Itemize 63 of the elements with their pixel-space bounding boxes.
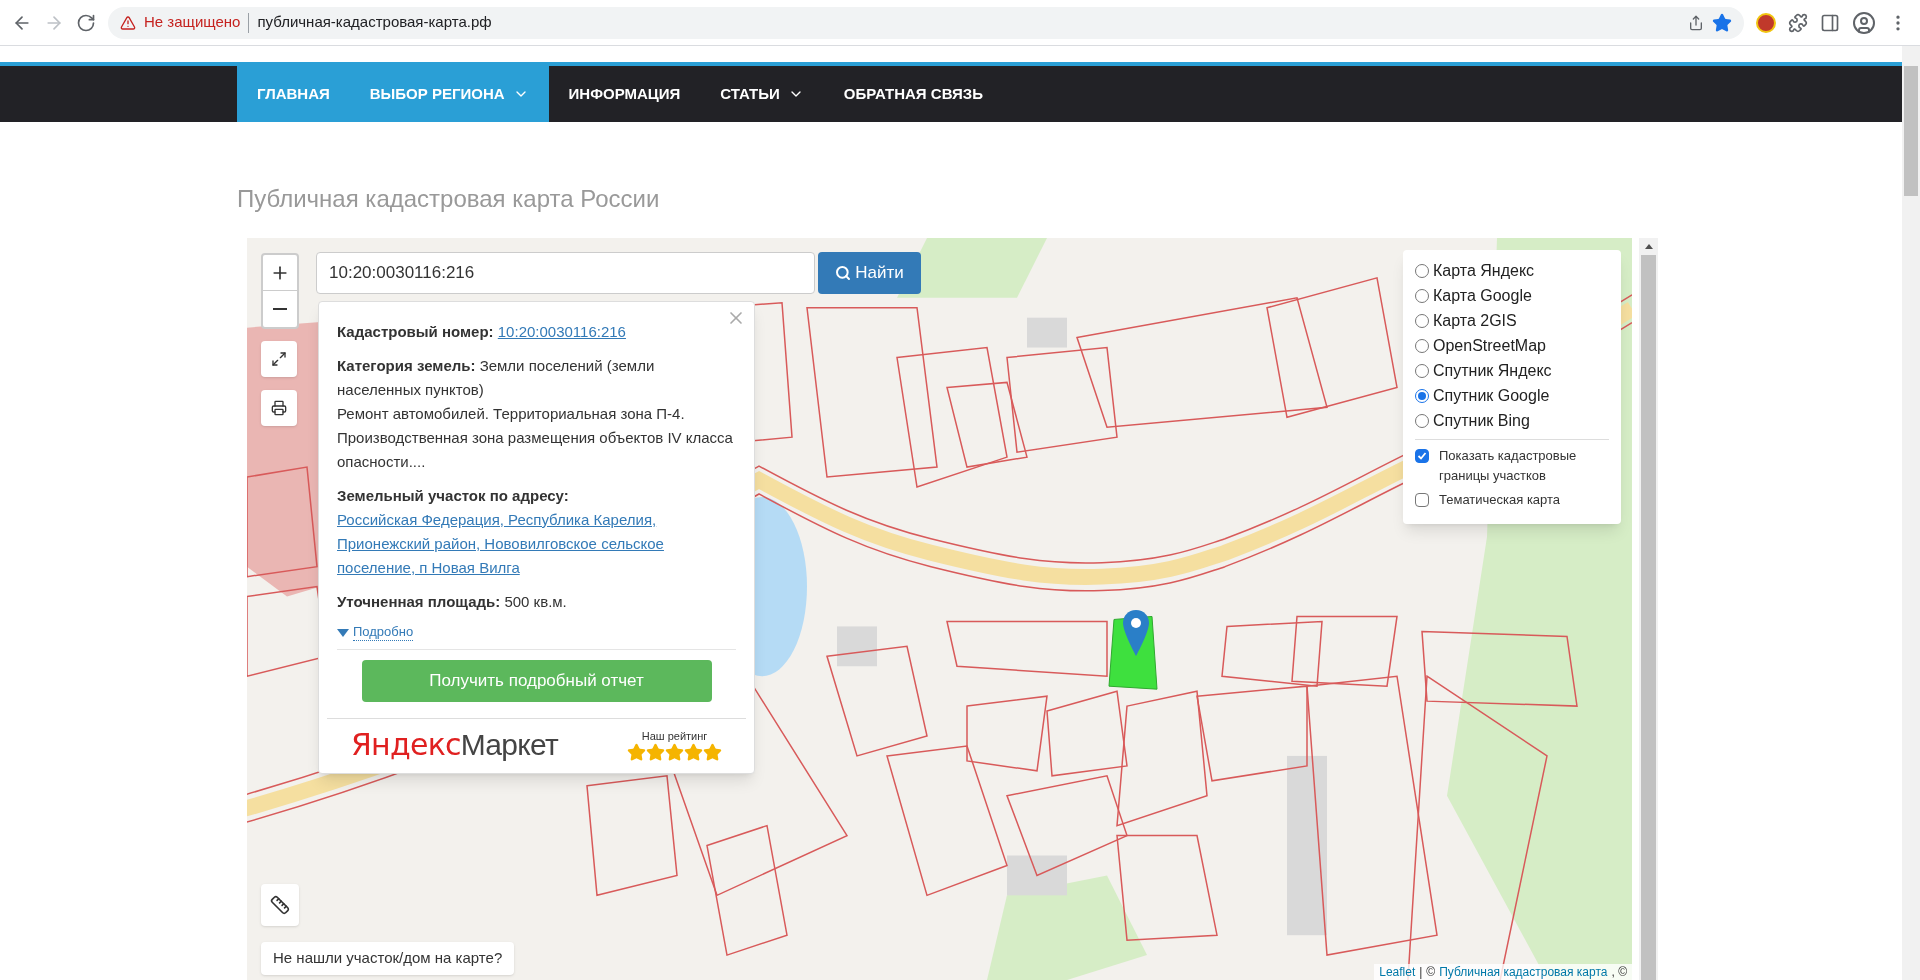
nav-item[interactable]: ОБРАТНАЯ СВЯЗЬ [823, 66, 1004, 122]
scroll-up-icon[interactable] [1644, 244, 1653, 249]
address-label: Земельный участок по адресу: [337, 487, 569, 504]
map-scrollbar[interactable] [1639, 238, 1658, 980]
rating-star-icon [627, 742, 646, 762]
logo-text: Яндекс [351, 726, 461, 764]
land-category-text: Категория земель: Земли поселений (земли населенных пунктов) [337, 356, 656, 400]
details-link[interactable]: Подробно [353, 624, 414, 641]
nav-item[interactable]: СТАТЬИ [700, 66, 824, 122]
area-text: Уточненная площадь: 500 кв.м. [337, 592, 568, 612]
extensions-icon[interactable] [1788, 12, 1808, 33]
ruler-icon [270, 895, 290, 915]
search-field[interactable]: 10:20:0030116:216 [316, 252, 815, 294]
checkbox[interactable] [1415, 493, 1429, 507]
extension-icon[interactable] [1756, 12, 1776, 33]
overlay-option[interactable]: Показать кадастровые границы участков [1415, 446, 1609, 486]
share-icon[interactable] [1688, 14, 1704, 31]
page-title: Публичная кадастровая карта России [237, 184, 661, 214]
layer-option[interactable]: Карта Яндекс [1415, 258, 1609, 283]
rating-label: Наш рейтинг [641, 728, 708, 743]
copyright-text: , © [1611, 964, 1627, 980]
rating-star-icon [646, 742, 665, 762]
rating-star-icon [665, 742, 684, 762]
copyright-text: © [1426, 964, 1436, 980]
bookmark-star-icon[interactable] [1712, 12, 1732, 33]
address-link[interactable]: Российская Федерация, Республика Карелия, Прионежский район, Нововилговское сельское поселение, п Новая Вилга [337, 508, 736, 580]
leaflet-link[interactable]: Leaflet [1379, 964, 1416, 980]
nav-item[interactable]: ИНФОРМАЦИЯ [548, 66, 701, 122]
rating-star-icon [703, 742, 722, 762]
fullscreen-button[interactable] [261, 341, 297, 377]
page-scrollbar[interactable] [1902, 46, 1920, 980]
overlay-option[interactable]: Тематическая карта [1415, 490, 1609, 510]
cadastral-number-link[interactable]: 10:20:0030116:216 [497, 323, 626, 340]
not-found-button[interactable]: Не нашли участок/дом на карте? [261, 942, 515, 975]
logo-text: Маркет [460, 727, 558, 763]
warning-icon [120, 14, 136, 31]
checkbox[interactable] [1415, 449, 1429, 463]
cadastral-number-label: Кадастровый номер: [337, 323, 494, 340]
find-button[interactable]: Найти [818, 252, 921, 294]
market-logo[interactable]: ЯндексМаркет [351, 725, 558, 765]
printer-icon [271, 400, 287, 416]
layer-option[interactable]: Спутник Яндекс [1415, 358, 1609, 383]
layer-option[interactable]: OpenStreetMap [1415, 333, 1609, 358]
url-text: публичная-кадастровая-карта.рф [257, 12, 492, 33]
side-panel-icon[interactable] [1820, 12, 1840, 33]
description-text: Ремонт автомобилей. Территориальная зона П-4. Производственная зона размещения объектов IV класса опасности.... [337, 404, 734, 472]
layer-option[interactable]: Спутник Bing [1415, 408, 1609, 433]
ruler-button[interactable] [261, 884, 299, 926]
minus-icon [273, 308, 287, 310]
reload-icon[interactable] [76, 12, 96, 33]
expand-icon [271, 351, 287, 367]
layer-option[interactable]: Карта 2GIS [1415, 308, 1609, 333]
profile-icon[interactable] [1852, 10, 1876, 35]
print-button[interactable] [261, 390, 297, 426]
rating-star-icon [684, 742, 703, 762]
separator-text: | [1419, 964, 1423, 980]
source-link[interactable]: Публичная кадастровая карта [1439, 964, 1608, 980]
search-icon [835, 265, 852, 281]
address-bar[interactable]: Не защищено публичная-кадастровая-карта.рф [108, 6, 1744, 39]
layer-option[interactable]: Карта Google [1415, 283, 1609, 308]
map-pin-icon [1123, 610, 1149, 656]
layer-option[interactable]: Спутник Google [1415, 383, 1609, 408]
security-label[interactable]: Не защищено [144, 11, 241, 34]
